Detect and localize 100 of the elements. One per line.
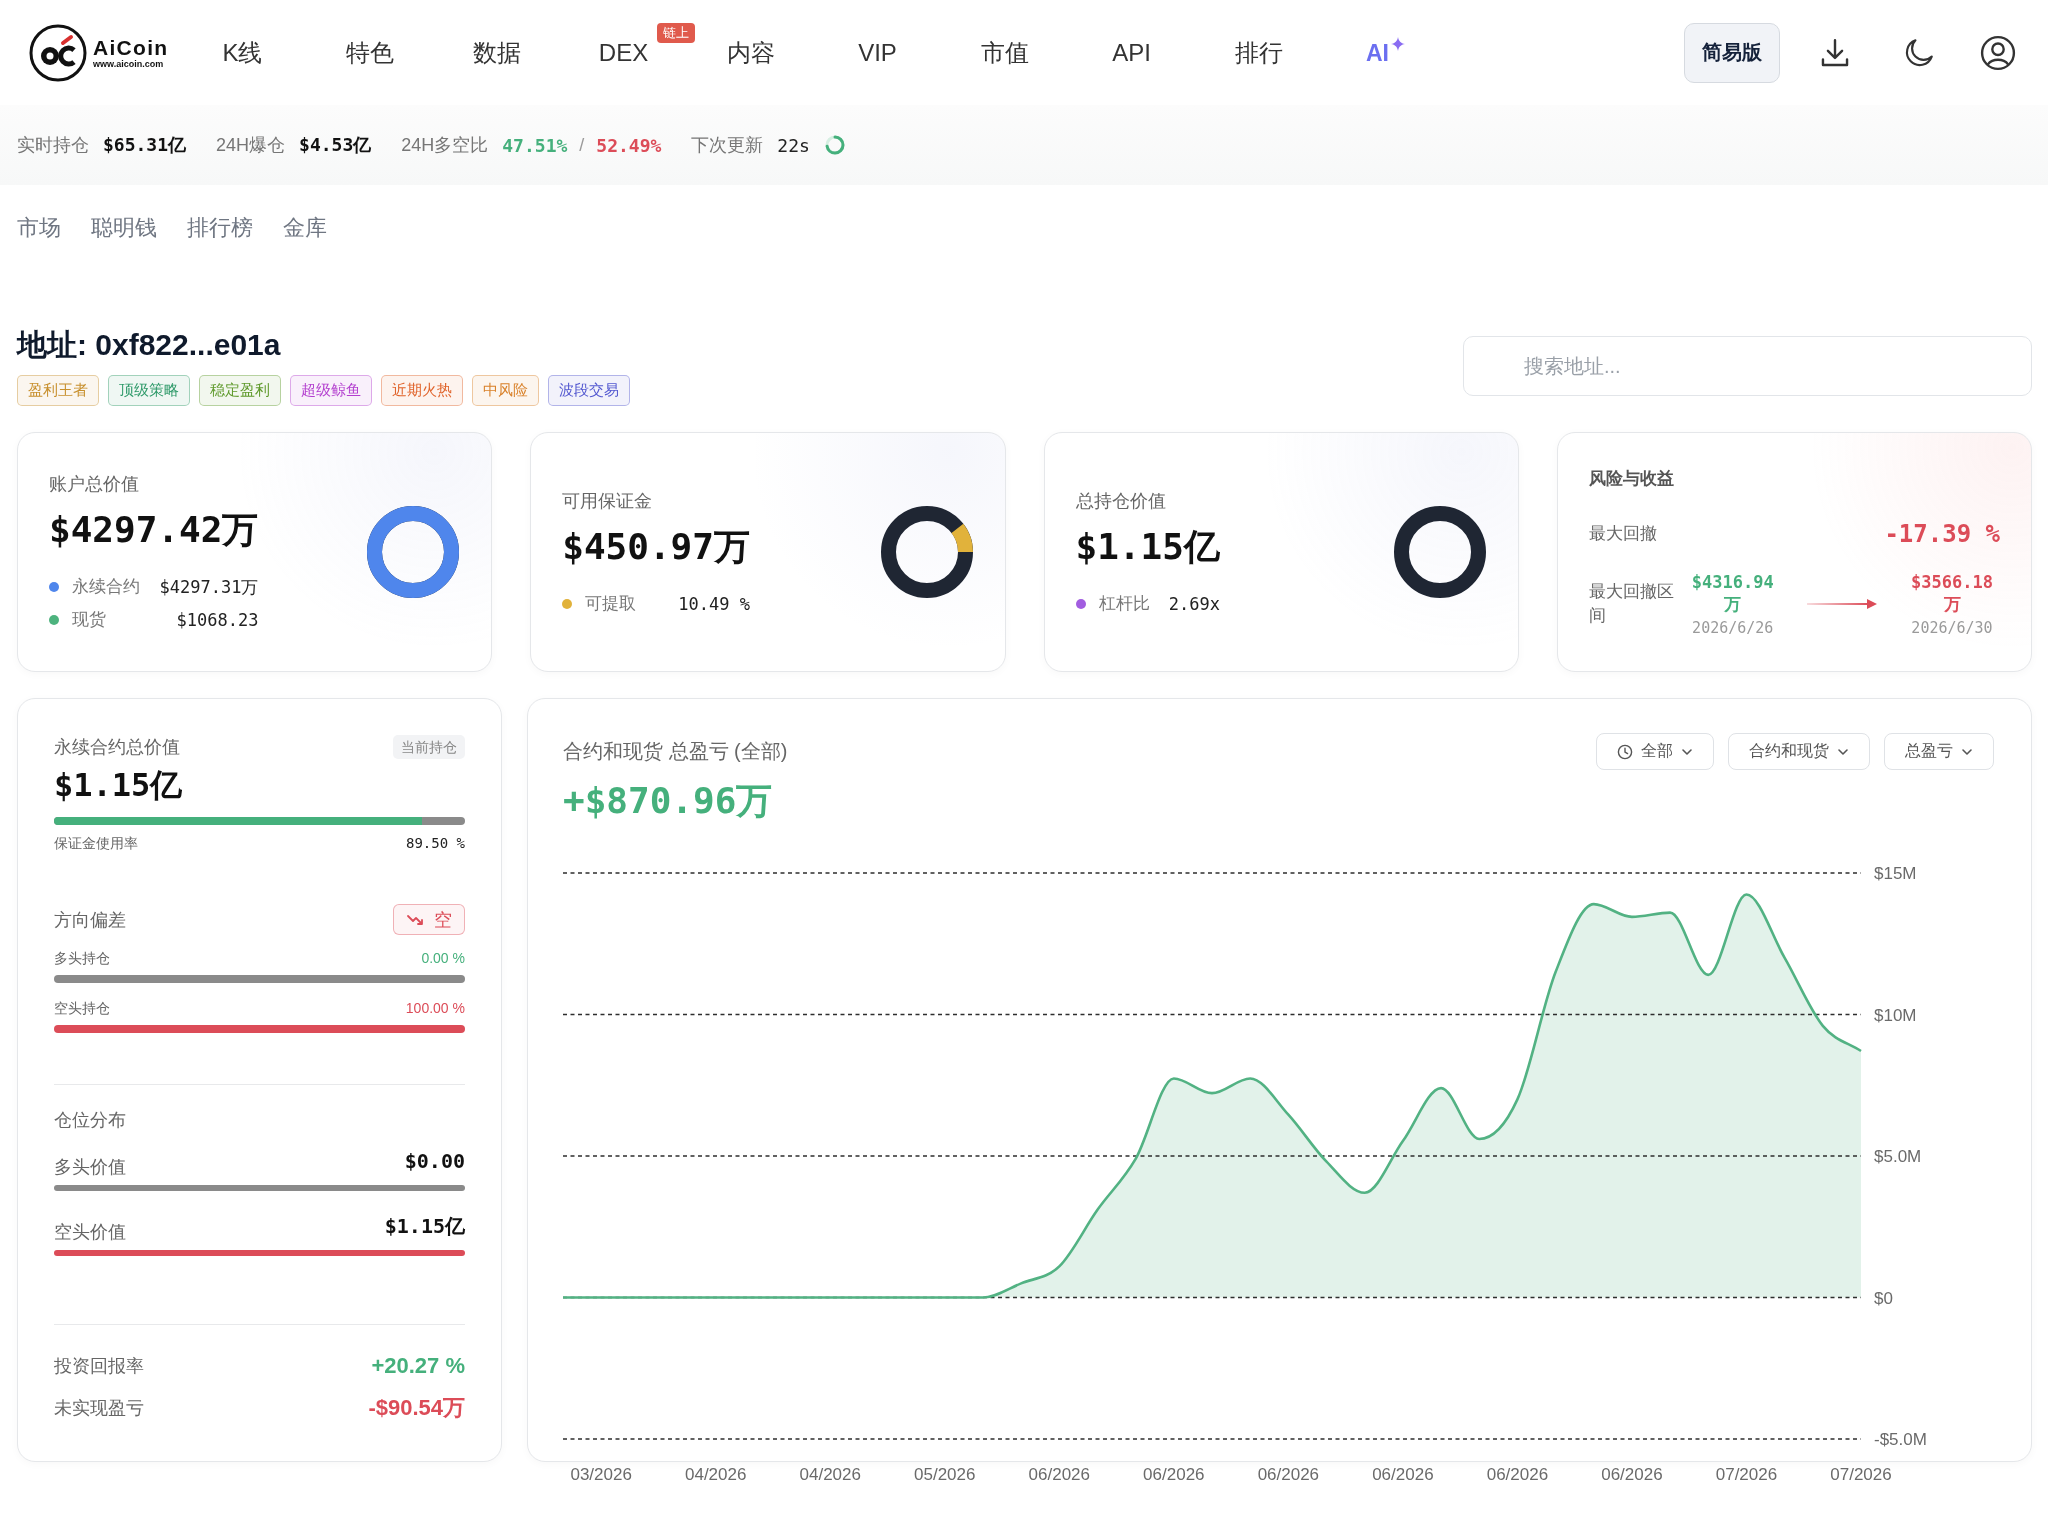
trend-down-icon	[406, 912, 424, 927]
total-value: $1.15亿	[54, 766, 184, 804]
subtab[interactable]: 金库	[283, 215, 327, 241]
axis-label: $0	[1874, 1288, 1893, 1308]
nav-link[interactable]: VIP	[858, 37, 897, 68]
metric-label: 未实现盈亏	[54, 1397, 144, 1420]
nav-link[interactable]: DEX	[598, 37, 649, 68]
nav-link[interactable]: 市值	[980, 37, 1029, 68]
range-date: 2026/6/30	[1911, 618, 1993, 637]
card-value: $1.15亿	[1075, 524, 1220, 569]
card-value: $4297.42万	[49, 508, 259, 552]
user-icon[interactable]	[1980, 34, 2016, 71]
logo-text: AiCoin	[93, 35, 169, 59]
axis-label: 06/2026	[1257, 1465, 1320, 1484]
clock-icon	[1617, 743, 1633, 760]
nav-link[interactable]: API	[1112, 37, 1151, 68]
stat-label: 24H爆仓	[216, 134, 286, 157]
nav-badge: 链上	[656, 22, 695, 43]
countdown-value: 22s	[777, 134, 810, 156]
axis-label: 06/2026	[1143, 1465, 1205, 1484]
legend-value: $4297.31万	[159, 576, 259, 599]
filter-dropdown[interactable]: 总盈亏	[1884, 733, 1994, 770]
nav-link[interactable]: AI	[1366, 37, 1405, 68]
legend-value: 2.69x	[1168, 592, 1220, 616]
metric-label: 投资回报率	[54, 1355, 144, 1378]
stat-value: $4.53亿	[299, 133, 372, 157]
metric-value: +20.27 %	[371, 1353, 465, 1379]
bar-value: $1.15亿	[384, 1214, 465, 1238]
legend-value: 10.49 %	[678, 592, 750, 616]
section-title: 方向偏差	[54, 908, 126, 932]
card-title: 风险与收益	[1588, 467, 1675, 490]
bar-reading: 0.00 %	[421, 949, 465, 967]
sparkle-icon	[1391, 36, 1405, 51]
legend-label: 可提取	[585, 592, 638, 615]
arrow-right-icon	[1807, 597, 1878, 610]
filter-dropdown[interactable]: 全部	[1596, 733, 1714, 770]
nav-link[interactable]: K线	[222, 37, 263, 68]
address-title: 地址: 0xf822...e01a	[17, 327, 282, 363]
search-field[interactable]: 搜索地址...	[1463, 336, 2032, 396]
range-date: 2026/6/26	[1692, 618, 1774, 637]
nav-link[interactable]: 排行	[1234, 37, 1283, 68]
axis-label: 07/2026	[1830, 1465, 1892, 1484]
card-title: 总持仓价值	[1075, 489, 1167, 513]
loading-ring-icon	[823, 134, 846, 156]
axis-label: $15M	[1874, 864, 1917, 883]
logo-icon	[29, 23, 87, 82]
stat-value: $65.31亿	[103, 133, 187, 157]
axis-label: -$5.0M	[1874, 1430, 1927, 1449]
legend-value: $1068.23	[176, 609, 259, 632]
logo-url: www.aicoin.com	[93, 58, 164, 70]
bar-label: 空头持仓	[54, 999, 110, 1017]
nav-link[interactable]: 内容	[726, 37, 775, 68]
subtab[interactable]: 聪明钱	[91, 215, 157, 241]
chevron-down-icon	[1681, 747, 1693, 756]
axis-label: 04/2026	[685, 1465, 747, 1484]
bar-label: 多头价值	[54, 1156, 126, 1179]
axis-label: 04/2026	[799, 1465, 861, 1484]
nav-link[interactable]: 数据	[472, 37, 521, 68]
legend-label: 现货	[72, 609, 107, 631]
legend-label: 杠杆比	[1098, 592, 1151, 615]
bar-reading: 100.00 %	[405, 999, 465, 1017]
short-ratio: 52.49%	[596, 134, 662, 156]
nav-link[interactable]: 特色	[345, 37, 394, 68]
axis-label: 03/2026	[570, 1465, 632, 1484]
axis-label: 05/2026	[914, 1465, 976, 1484]
bar-label: 空头价值	[54, 1221, 126, 1244]
chevron-down-icon	[1837, 747, 1849, 756]
bar-label: 多头持仓	[54, 949, 110, 967]
stat-label: 实时持仓	[17, 134, 89, 157]
address-tag: 顶级策略	[108, 375, 190, 406]
bar-reading: 89.50 %	[406, 834, 465, 852]
subtab[interactable]: 排行榜	[187, 215, 253, 241]
axis-label: 07/2026	[1715, 1465, 1778, 1484]
metric-value: -$90.54万	[368, 1394, 465, 1422]
subtab[interactable]: 市场	[17, 215, 61, 241]
bar-label: 保证金使用率	[54, 834, 138, 852]
address-tag: 波段交易	[548, 375, 630, 406]
address-tag: 近期火热	[381, 375, 463, 406]
address-tag: 超级鲸鱼	[290, 375, 372, 406]
chevron-down-icon	[1961, 747, 1973, 756]
address-tag: 中风险	[472, 375, 539, 406]
section-title: 仓位分布	[54, 1109, 127, 1132]
mode-button[interactable]: 简易版	[1684, 22, 1780, 83]
ratio-separator: /	[579, 134, 585, 156]
legend-label: 永续合约	[72, 576, 141, 598]
status-badge: 当前持仓	[393, 735, 465, 759]
range-value: $4316.94万	[1690, 570, 1775, 615]
axis-label: 06/2026	[1372, 1465, 1434, 1484]
axis-label: 06/2026	[1486, 1465, 1549, 1484]
metric-label: 最大回撤区间	[1588, 580, 1675, 627]
card-title: 可用保证金	[562, 489, 654, 513]
metric-label: 最大回撤	[1588, 522, 1657, 545]
axis-label: $5.0M	[1874, 1147, 1922, 1166]
stat-label: 下次更新	[691, 134, 764, 157]
long-ratio: 47.51%	[502, 134, 568, 156]
drawdown-value: -17.39 %	[1884, 519, 2000, 548]
axis-label: $10M	[1874, 1005, 1917, 1025]
filter-dropdown[interactable]: 合约和现货	[1728, 733, 1870, 770]
card-title: 账户总价值	[49, 473, 140, 496]
address-tag: 盈利王者	[17, 375, 99, 406]
